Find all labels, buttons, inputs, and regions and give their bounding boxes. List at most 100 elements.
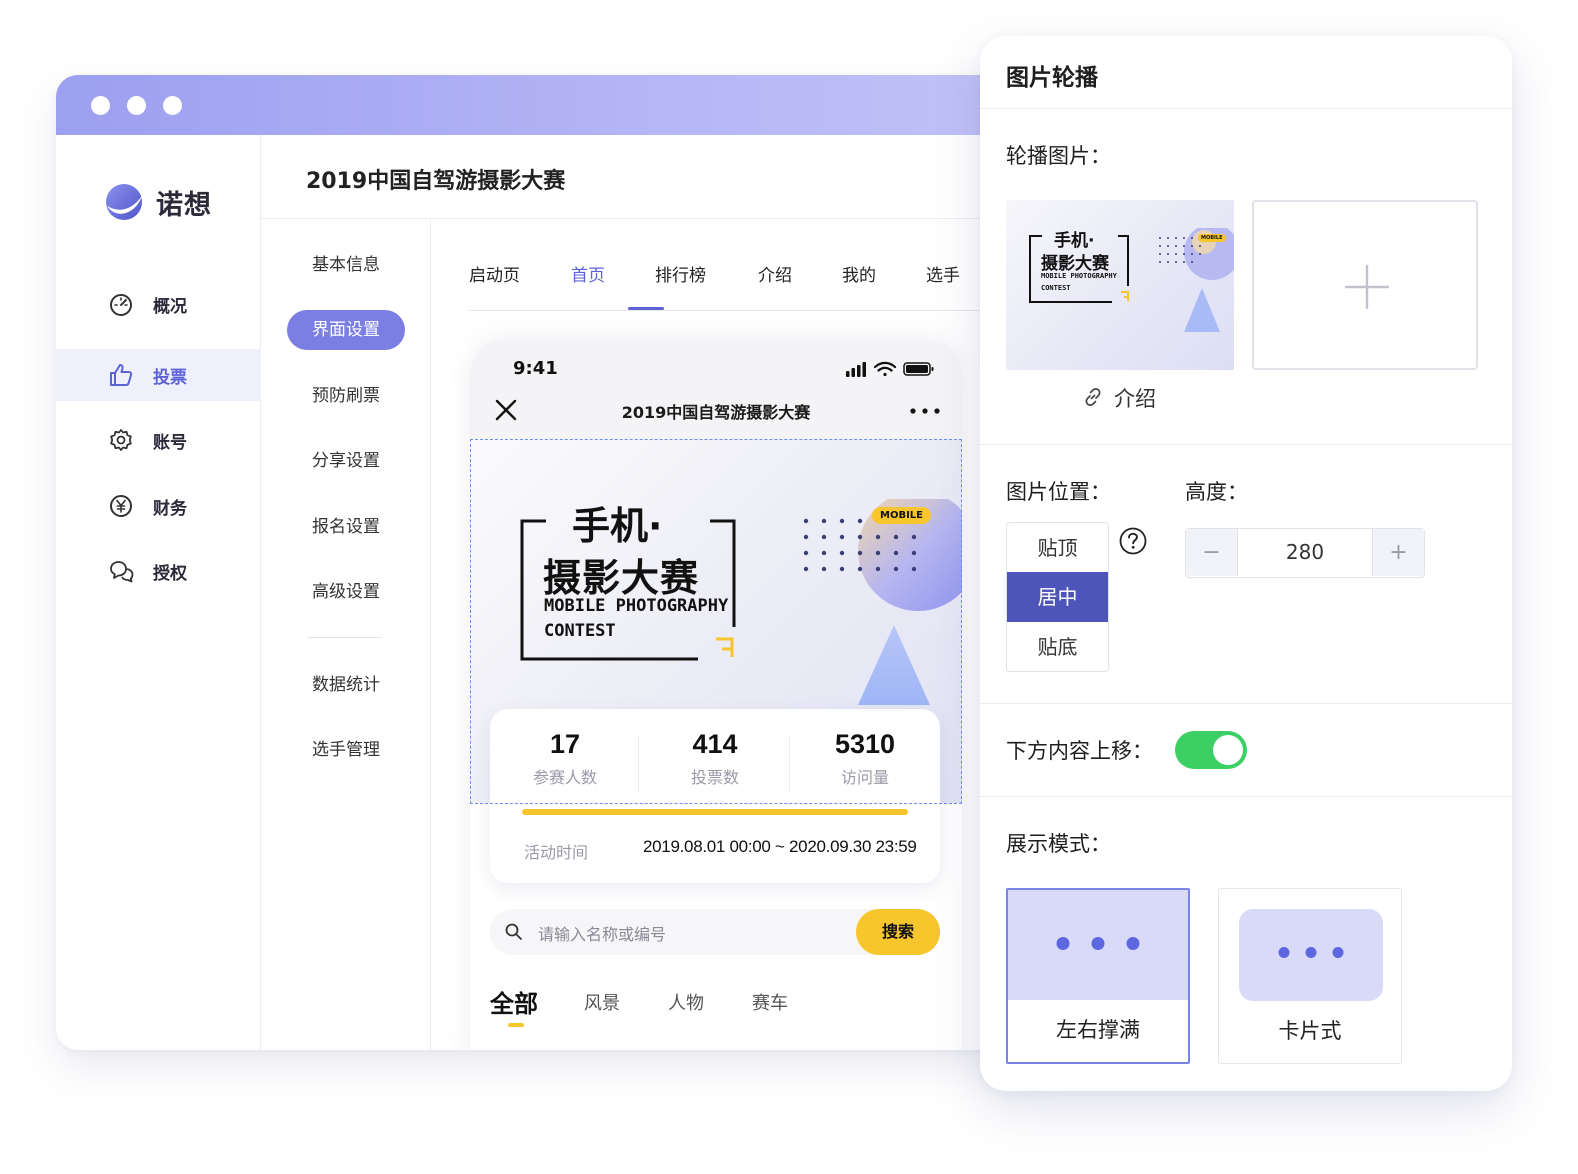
brand-logo-icon: [106, 184, 142, 220]
tab-launch[interactable]: 启动页: [469, 261, 520, 286]
page-tabs: 启动页 首页 排行榜 介绍 我的 选手: [469, 219, 1066, 311]
height-input[interactable]: 280: [1238, 529, 1372, 576]
subnav-item-statistics[interactable]: 数据统计: [261, 665, 431, 705]
window-close-dot[interactable]: [91, 96, 110, 115]
carousel-image-thumbnail[interactable]: 手机· 摄影大赛 MOBILE PHOTOGRAPHY CONTEST MOBI…: [1006, 200, 1234, 370]
height-stepper: − 280 +: [1185, 528, 1425, 578]
subnav-item-anti-fraud[interactable]: 预防刷票: [261, 376, 431, 416]
image-position-label: 图片位置：: [1006, 480, 1111, 504]
subnav-item-signup-settings[interactable]: 报名设置: [261, 507, 431, 547]
display-mode-card[interactable]: 卡片式: [1218, 888, 1402, 1064]
sidebar: 诺想 概况 投票 账号 财务 授权: [56, 135, 261, 1050]
position-option-bottom[interactable]: 贴底: [1007, 622, 1108, 671]
thumbnail-subtitle-line1: MOBILE PHOTOGRAPHY: [1041, 272, 1117, 280]
window-maximize-dot[interactable]: [163, 96, 182, 115]
page-header: 2019中国自驾游摄影大赛: [261, 135, 1066, 219]
display-mode-full-width[interactable]: 左右撑满: [1006, 888, 1190, 1064]
wifi-icon: [873, 361, 897, 377]
subnav-item-label: 报名设置: [312, 517, 380, 537]
position-option-center[interactable]: 居中: [1007, 572, 1108, 622]
category-tab-all[interactable]: 全部: [490, 984, 538, 1019]
banner-mobile-badge: MOBILE: [872, 507, 931, 524]
phone-status-area: 9:41 2019中国自驾游摄影大赛: [470, 339, 962, 439]
search-icon: [505, 923, 522, 940]
plus-icon: [1344, 264, 1390, 310]
signal-icon: [846, 362, 866, 377]
window-titlebar: [56, 75, 1066, 135]
tab-home[interactable]: 首页: [571, 261, 605, 286]
shift-content-toggle[interactable]: [1175, 731, 1247, 769]
stats-card: 17 参赛人数 414 投票数 5310 访问量 活动时间 2019.08.01…: [490, 709, 940, 883]
carousel-settings-panel: 图片轮播 轮播图片： 手机· 摄影大赛 MOBILE PHOTOGRAPHY C…: [980, 36, 1512, 1091]
link-icon[interactable]: [1082, 386, 1104, 408]
height-increment-button[interactable]: +: [1372, 529, 1424, 576]
height-label: 高度：: [1185, 480, 1248, 504]
position-option-top[interactable]: 贴顶: [1007, 523, 1108, 573]
tab-intro[interactable]: 介绍: [758, 261, 792, 286]
phone-page-title: 2019中国自驾游摄影大赛: [621, 403, 811, 422]
sidebar-item-vote[interactable]: 投票: [56, 349, 261, 401]
gear-icon: [110, 429, 132, 451]
status-icons: [846, 361, 934, 377]
sidebar-item-label: 授权: [153, 563, 187, 584]
add-image-button[interactable]: [1252, 200, 1478, 370]
tab-mine[interactable]: 我的: [842, 261, 876, 286]
activity-time-label: 活动时间: [524, 843, 589, 862]
sidebar-item-authorize[interactable]: 授权: [56, 545, 261, 597]
sidebar-item-account[interactable]: 账号: [56, 414, 261, 466]
stat-label: 投票数: [690, 768, 739, 787]
stats-accent-bar: [522, 809, 908, 815]
brand-name: 诺想: [156, 190, 212, 221]
battery-icon: [903, 362, 934, 376]
sidebar-item-label: 财务: [153, 498, 187, 519]
tab-players[interactable]: 选手: [926, 261, 960, 286]
subnav-item-label: 界面设置: [287, 310, 405, 350]
panel-divider: [980, 444, 1512, 445]
search-button[interactable]: 搜索: [856, 909, 940, 955]
stat-participants: 17 参赛人数: [490, 729, 640, 788]
full-width-preview: [1008, 890, 1188, 1000]
help-icon[interactable]: [1118, 526, 1148, 556]
panel-divider: [980, 703, 1512, 704]
subnav-item-share-settings[interactable]: 分享设置: [261, 441, 431, 481]
search-bar: 请输入名称或编号 搜索: [490, 909, 940, 955]
stat-label: 参赛人数: [532, 768, 597, 787]
mode-label: 卡片式: [1278, 1019, 1342, 1043]
stat-divider: [638, 737, 639, 793]
category-tab-racing[interactable]: 赛车: [752, 989, 788, 1015]
yen-icon: [110, 495, 132, 517]
category-tab-scenery[interactable]: 风景: [584, 989, 620, 1015]
more-icon[interactable]: [910, 408, 940, 414]
height-decrement-button[interactable]: −: [1186, 529, 1238, 576]
window-minimize-dot[interactable]: [127, 96, 146, 115]
search-input[interactable]: 请输入名称或编号: [538, 921, 666, 945]
subnav-item-label: 分享设置: [312, 451, 380, 471]
stat-value: 17: [549, 729, 581, 759]
toggle-knob: [1213, 735, 1243, 765]
carousel-dots-icon: [1056, 937, 1140, 950]
stat-label: 访问量: [840, 768, 889, 787]
sidebar-item-finance[interactable]: 财务: [56, 480, 261, 532]
settings-subnav: 基本信息 界面设置 预防刷票 分享设置 报名设置 高级设置 数据统计 选手管理: [261, 219, 431, 1050]
subnav-item-player-management[interactable]: 选手管理: [261, 730, 431, 770]
image-link-text[interactable]: 介绍: [1114, 383, 1156, 413]
sidebar-item-label: 账号: [153, 432, 187, 453]
chat-bubbles-icon: [110, 561, 134, 583]
category-tab-people[interactable]: 人物: [668, 989, 704, 1015]
subnav-item-label: 选手管理: [312, 740, 380, 760]
image-position-selector: 贴顶 居中 贴底: [1006, 522, 1109, 672]
dashboard-icon: [110, 294, 132, 316]
subnav-item-advanced-settings[interactable]: 高级设置: [261, 572, 431, 612]
sidebar-item-overview[interactable]: 概况: [56, 278, 261, 330]
subnav-item-basic-info[interactable]: 基本信息: [261, 245, 431, 285]
tabs-divider: [469, 310, 1066, 311]
mode-label: 左右撑满: [1056, 1018, 1140, 1042]
subnav-divider: [308, 637, 382, 638]
tab-ranking[interactable]: 排行榜: [655, 261, 706, 286]
phone-preview: 9:41 2019中国自驾游摄影大赛 手机· 摄影大赛 MOBILE PHOTO…: [470, 339, 962, 1050]
subnav-item-label: 预防刷票: [312, 386, 380, 406]
admin-window: 诺想 概况 投票 账号 财务 授权 2019中国自驾游摄影大赛 基本信息 界面设…: [56, 75, 1066, 1050]
banner-subtitle-line2: CONTEST: [544, 621, 616, 641]
thumbs-up-icon: [110, 364, 133, 386]
subnav-item-ui-settings[interactable]: 界面设置: [261, 310, 431, 350]
